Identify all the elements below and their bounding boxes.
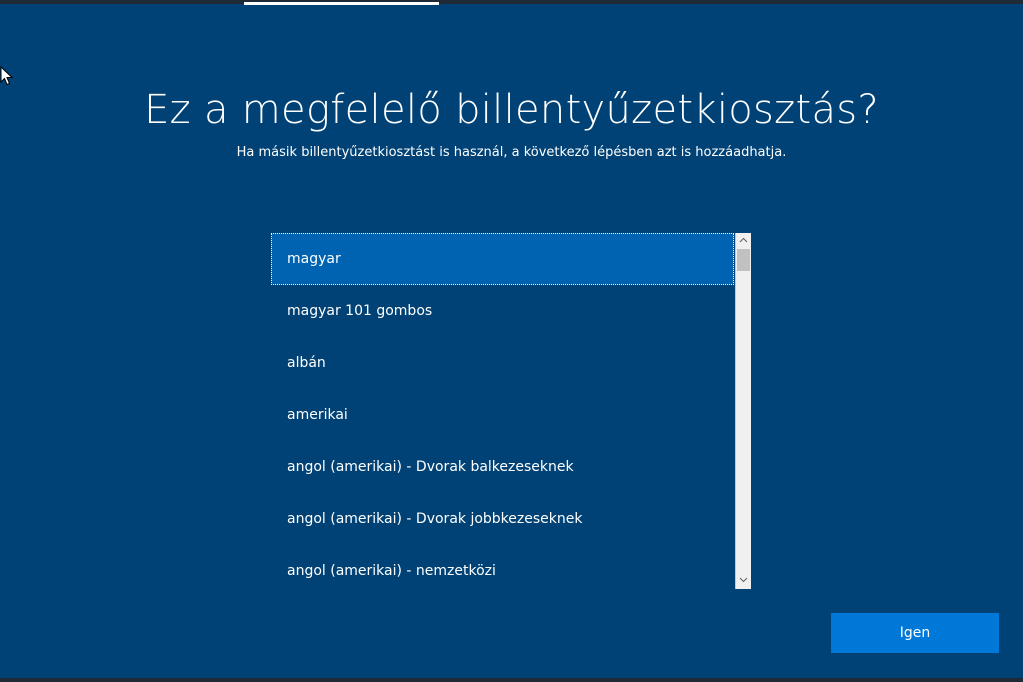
mouse-cursor-icon [0, 66, 14, 86]
list-item[interactable]: albán [271, 337, 734, 389]
list-item[interactable]: angol (amerikai) - Dvorak balkezeseknek [271, 441, 734, 493]
list-scrollbar[interactable] [735, 233, 751, 589]
chevron-down-icon[interactable] [736, 573, 751, 589]
scrollbar-thumb[interactable] [737, 249, 750, 271]
oobe-screen: Ez a megfelelő billentyűzetkiosztás? Ha … [0, 0, 1023, 682]
list-item[interactable]: angol (amerikai) - nemzetközi [271, 545, 734, 589]
page-title: Ez a megfelelő billentyűzetkiosztás? [144, 87, 879, 133]
list-item[interactable]: angol (amerikai) - Dvorak jobbkezeseknek [271, 493, 734, 545]
chevron-up-icon[interactable] [736, 233, 751, 249]
top-bar [0, 0, 1023, 4]
keyboard-layout-list[interactable]: magyar magyar 101 gombos albán amerikai … [271, 233, 751, 589]
list-item[interactable]: magyar [271, 233, 734, 285]
list-item[interactable]: magyar 101 gombos [271, 285, 734, 337]
progress-indicator [244, 2, 439, 5]
bottom-bar [0, 678, 1023, 682]
yes-button[interactable]: Igen [831, 613, 999, 653]
keyboard-layout-items: magyar magyar 101 gombos albán amerikai … [271, 233, 734, 589]
page-subtitle: Ha másik billentyűzetkiosztást is haszná… [236, 145, 787, 160]
list-item[interactable]: amerikai [271, 389, 734, 441]
